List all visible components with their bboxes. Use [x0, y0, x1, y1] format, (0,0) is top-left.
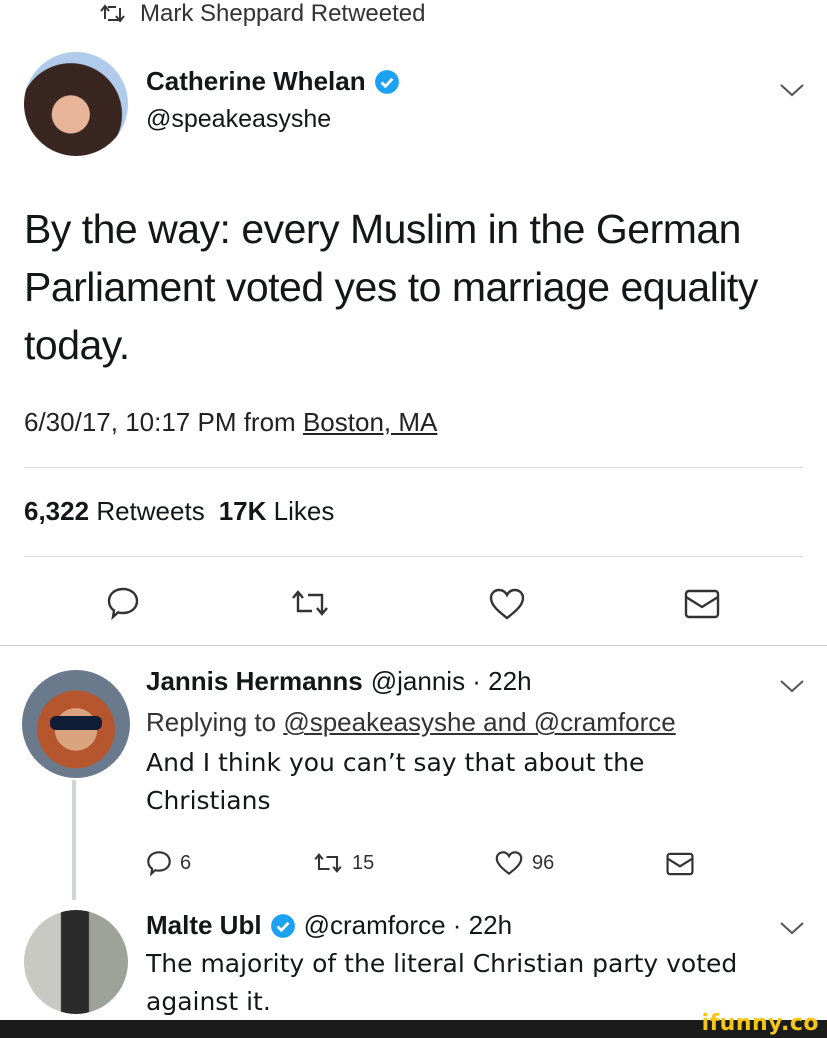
- retweet-action-icon: [314, 853, 342, 873]
- reply-tweet: Jannis Hermanns @jannis · 22h Replying t…: [146, 666, 676, 820]
- timestamp-text: 6/30/17, 10:17 PM from: [24, 407, 296, 437]
- divider: [24, 467, 803, 468]
- reply-author-meta[interactable]: @cramforce · 22h: [304, 910, 512, 941]
- retweets-count: 6,322: [24, 496, 90, 526]
- replying-mentions-link[interactable]: @speakeasyshe and @cramforce: [283, 707, 675, 737]
- retweet-header: Mark Sheppard Retweeted: [100, 0, 426, 28]
- author-name-text[interactable]: Catherine Whelan: [146, 66, 366, 97]
- retweet-count: 15: [352, 851, 375, 874]
- watermark-logo: ifunny.co: [701, 1011, 819, 1036]
- reply-icon: [147, 851, 171, 876]
- reply-action[interactable]: 6: [146, 850, 191, 876]
- reply-text: And I think you can’t say that about the…: [146, 744, 676, 820]
- likes-count: 17K: [218, 496, 267, 526]
- like-icon[interactable]: [488, 587, 526, 621]
- author-display-name[interactable]: Catherine Whelan: [146, 66, 400, 97]
- like-action[interactable]: 96: [494, 850, 554, 876]
- retweet-icon: [100, 4, 125, 23]
- reply-text: The majority of the literal Christian pa…: [146, 945, 737, 1021]
- likes-stat[interactable]: 17K Likes: [219, 496, 335, 527]
- divider: [0, 645, 827, 646]
- replying-prefix: Replying to: [146, 707, 277, 737]
- reply-author-meta[interactable]: @jannis · 22h: [371, 666, 532, 697]
- retweet-action[interactable]: 15: [312, 851, 374, 875]
- avatar[interactable]: [22, 670, 130, 778]
- divider: [24, 556, 803, 557]
- verified-badge-icon: [270, 913, 295, 938]
- tweet-timestamp: 6/30/17, 10:17 PM from Boston, MA: [24, 407, 437, 438]
- retweets-label: Retweets: [96, 496, 205, 526]
- reply-icon[interactable]: [106, 586, 140, 620]
- reply-text-line: And I think you can’t say that about the: [146, 748, 645, 777]
- retweets-stat[interactable]: 6,322 Retweets: [24, 496, 205, 527]
- thread-connector-line: [72, 780, 76, 900]
- tweet-stats: 6,322 Retweets 17K Likes: [24, 496, 334, 527]
- reply-header: Malte Ubl @cramforce · 22h: [146, 910, 737, 941]
- retweet-action-icon[interactable]: [290, 587, 330, 619]
- replying-to: Replying to @speakeasyshe and @cramforce: [146, 707, 676, 738]
- chevron-down-icon[interactable]: [779, 82, 805, 98]
- reply-text-line: against it.: [146, 987, 271, 1016]
- verified-badge-icon: [374, 69, 399, 94]
- author-handle[interactable]: @speakeasyshe: [146, 105, 400, 134]
- location-link[interactable]: Boston, MA: [303, 407, 437, 437]
- direct-message-icon[interactable]: [666, 852, 694, 876]
- like-count: 96: [532, 851, 555, 874]
- reply-author-name[interactable]: Malte Ubl: [146, 910, 262, 941]
- retweet-header-text: Mark Sheppard Retweeted: [140, 0, 426, 27]
- direct-message-icon[interactable]: [684, 589, 720, 619]
- reply-count: 6: [180, 851, 192, 874]
- reply-header: Jannis Hermanns @jannis · 22h: [146, 666, 676, 697]
- reply-tweet: Malte Ubl @cramforce · 22h The majority …: [146, 910, 737, 1021]
- chevron-down-icon[interactable]: [779, 920, 805, 936]
- avatar[interactable]: [24, 52, 128, 156]
- chevron-down-icon[interactable]: [779, 678, 805, 694]
- likes-label: Likes: [273, 496, 335, 526]
- avatar[interactable]: [24, 910, 128, 1014]
- reply-text-line: The majority of the literal Christian pa…: [146, 949, 738, 978]
- reply-author-name[interactable]: Jannis Hermanns: [146, 666, 363, 697]
- reply-text-line: Christians: [146, 786, 271, 815]
- tweet-author: Catherine Whelan @speakeasyshe: [146, 66, 400, 134]
- tweet-text: By the way: every Muslim in the German P…: [24, 206, 758, 368]
- like-icon: [495, 851, 523, 876]
- avatar-sunglasses: [50, 716, 102, 730]
